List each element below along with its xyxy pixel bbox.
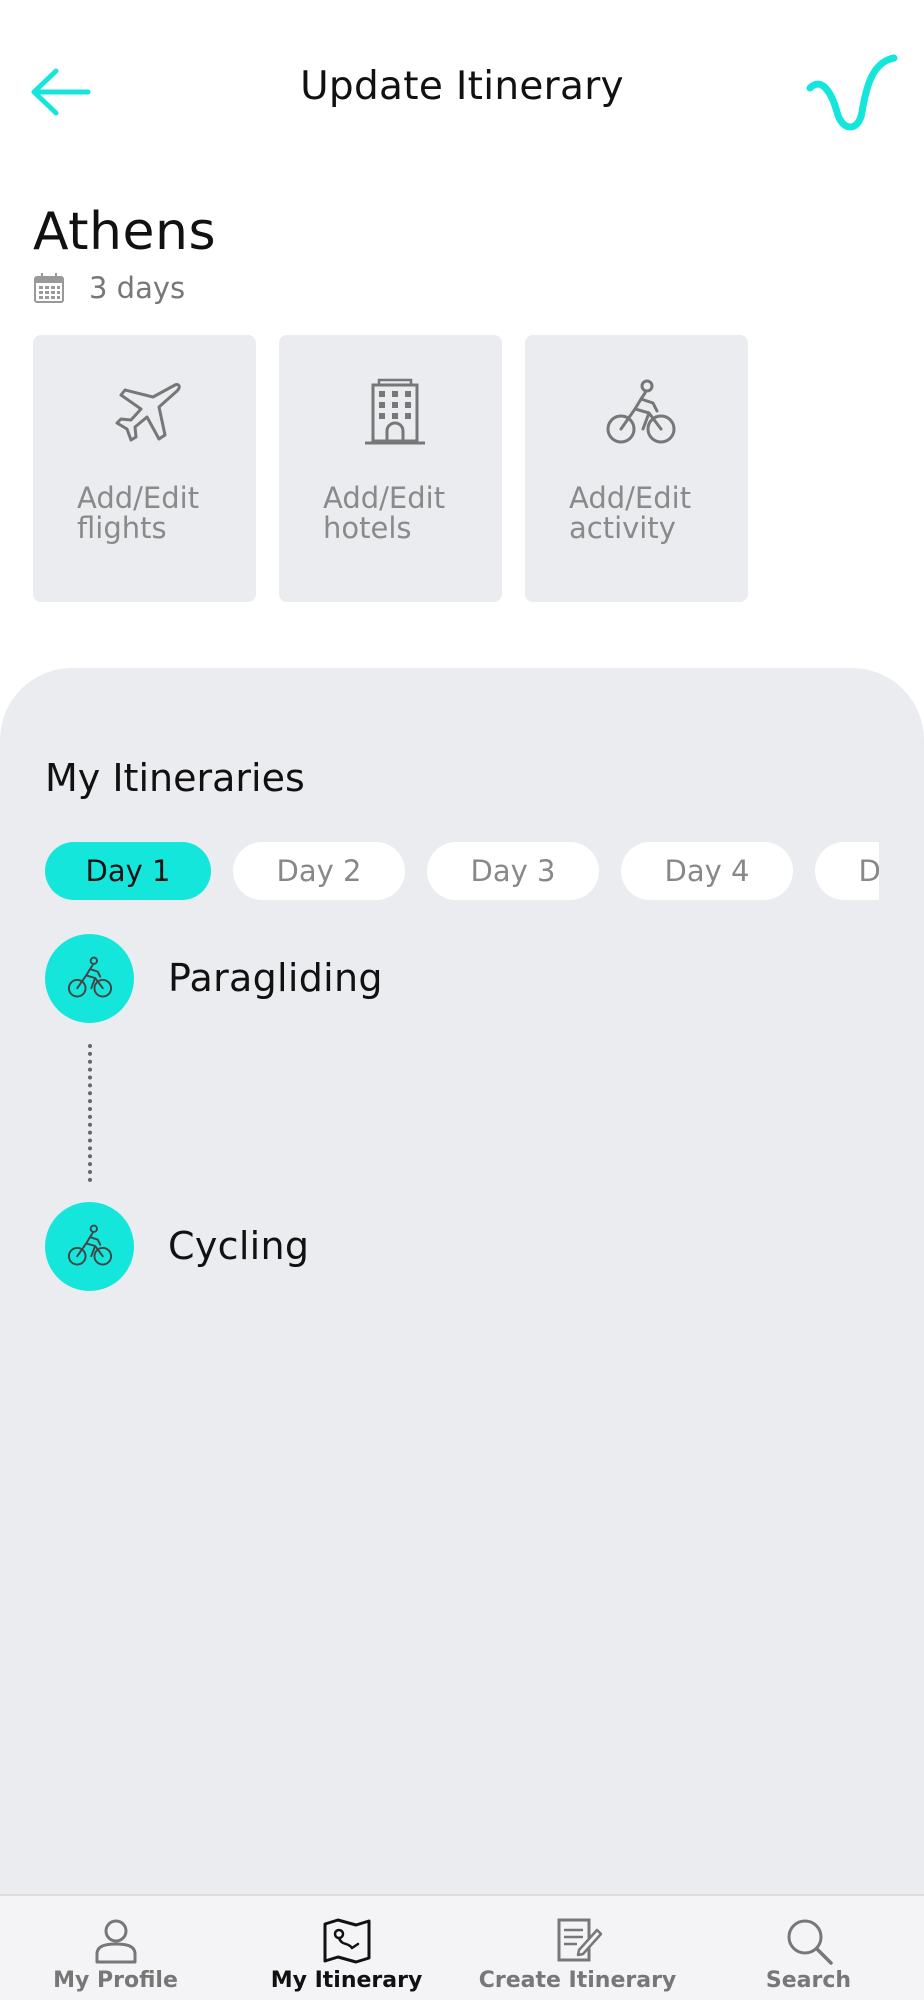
logo-wave-icon: [806, 54, 898, 131]
nav-search[interactable]: Search: [693, 1896, 924, 2000]
add-edit-flights-card[interactable]: Add/Edit flights: [33, 335, 256, 602]
tab-day-3[interactable]: Day 3: [427, 842, 599, 900]
cyclist-icon: [67, 1224, 112, 1266]
duration-row: 3 days: [33, 270, 185, 306]
activity-icon-circle: [45, 933, 134, 1023]
nav-create-itinerary[interactable]: Create Itinerary: [462, 1896, 693, 2000]
city-name: Athens: [33, 202, 217, 262]
card-label: Add/Edit flights: [77, 481, 200, 545]
activity-icon-circle: [45, 1201, 134, 1291]
edit-document-icon: [557, 1918, 602, 1962]
activity-name: Paragliding: [168, 956, 383, 1000]
itinerary-panel: My Itineraries Day 1 Day 2 Day 3 Day 4 Day 5…: [0, 668, 924, 1894]
cyclist-icon: [606, 379, 676, 444]
nav-my-itinerary[interactable]: My Itinerary: [231, 1896, 462, 2000]
airplane-icon: [115, 383, 181, 442]
nav-label: Search: [765, 1968, 852, 1993]
page-title: Update Itinerary: [300, 64, 624, 109]
logo: [804, 52, 900, 136]
person-icon: [95, 1919, 136, 1964]
add-edit-activity-card[interactable]: Add/Edit activity: [525, 335, 748, 602]
nav-my-profile[interactable]: My Profile: [0, 1896, 231, 2000]
tab-day-5[interactable]: Day 5: [815, 842, 879, 900]
day-tabs: Day 1 Day 2 Day 3 Day 4 Day 5: [45, 842, 879, 902]
nav-label: Create Itinerary: [478, 1968, 677, 1993]
tab-day-4[interactable]: Day 4: [621, 842, 793, 900]
activity-item[interactable]: Cycling: [45, 1201, 309, 1291]
duration-text: 3 days: [89, 271, 186, 305]
activity-item[interactable]: Paragliding: [45, 933, 383, 1023]
search-icon: [787, 1919, 833, 1965]
card-label: Add/Edit activity: [569, 481, 692, 545]
bottom-nav: My Profile My Itinerary Create Itinerary…: [0, 1894, 924, 2000]
nav-label: My Itinerary: [270, 1968, 423, 1993]
header: Update Itinerary: [0, 0, 924, 180]
tab-day-2[interactable]: Day 2: [233, 842, 405, 900]
calendar-icon: [34, 273, 64, 303]
nav-label: My Profile: [53, 1968, 178, 1993]
timeline-connector: [88, 1044, 92, 1182]
itineraries-title: My Itineraries: [45, 756, 305, 800]
card-label: Add/Edit hotels: [323, 481, 446, 545]
map-icon: [323, 1918, 370, 1964]
tab-day-1[interactable]: Day 1: [45, 842, 211, 900]
cyclist-icon: [67, 956, 112, 998]
activity-name: Cycling: [168, 1224, 310, 1268]
hotel-building-icon: [365, 378, 425, 445]
add-edit-hotels-card[interactable]: Add/Edit hotels: [279, 335, 502, 602]
